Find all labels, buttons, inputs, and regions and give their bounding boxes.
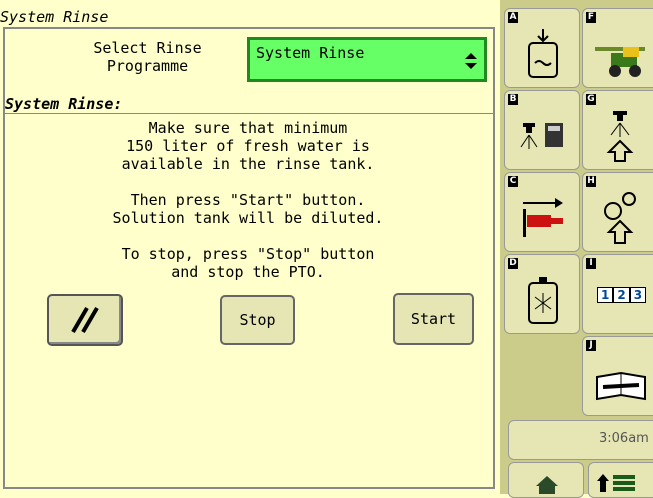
cancel-button[interactable]: [47, 294, 123, 346]
tile-letter: A: [508, 12, 518, 23]
tile-h[interactable]: H: [582, 172, 653, 252]
tile-letter: D: [508, 258, 518, 269]
section-number: 2: [613, 287, 630, 303]
tile-letter: G: [586, 94, 596, 105]
gear-up-arrow-icon: [604, 192, 636, 244]
cancel-slash-icon: [71, 306, 99, 334]
clock-time: 3:06am: [599, 431, 649, 446]
tile-i[interactable]: I 1 2 3: [582, 254, 653, 334]
tile-c[interactable]: C: [504, 172, 580, 252]
tile-g[interactable]: G: [582, 90, 653, 170]
divider: [5, 113, 493, 114]
tile-f[interactable]: F: [582, 8, 653, 88]
page-title: System Rinse: [0, 8, 109, 26]
tile-d[interactable]: D: [504, 254, 580, 334]
tile-b[interactable]: B: [504, 90, 580, 170]
instructions-text: Make sure that minimum 150 liter of fres…: [112, 119, 384, 281]
select-rinse-label: Select Rinse Programme: [93, 39, 202, 75]
tile-letter: H: [586, 176, 596, 187]
tile-letter: F: [586, 12, 596, 23]
tile-letter: B: [508, 94, 518, 105]
tile-letter: I: [586, 258, 596, 269]
tile-j[interactable]: J: [582, 336, 653, 416]
tile-a[interactable]: A: [504, 8, 580, 88]
rinse-panel: Select Rinse Programme System Rinse Syst…: [3, 27, 495, 489]
section-number: 1: [597, 287, 614, 303]
select-value: System Rinse: [256, 44, 365, 62]
tank-rinse-nozzle-icon: [528, 277, 558, 324]
nozzle-up-arrow-icon: [606, 111, 634, 162]
rinse-tank-icon: [528, 29, 558, 78]
service-manual-icon: [596, 371, 646, 401]
home-button[interactable]: [508, 462, 584, 498]
sprayer-machine-icon: [595, 47, 645, 77]
numbered-sections-icon: 1 2 3: [597, 287, 647, 303]
tile-letter: J: [586, 340, 596, 351]
main-area: System Rinse Select Rinse Programme Syst…: [0, 0, 500, 494]
section-number: 3: [629, 287, 647, 303]
start-button[interactable]: Start: [393, 293, 474, 345]
tile-letter: C: [508, 176, 518, 187]
nozzle-calculator-icon: [520, 123, 563, 149]
section-title: System Rinse:: [5, 95, 123, 113]
stop-button[interactable]: Stop: [220, 295, 295, 345]
home-icon: [536, 476, 558, 494]
clock: 3:06am: [508, 420, 653, 460]
up-menu-button[interactable]: [588, 462, 653, 498]
rinse-programme-select[interactable]: System Rinse: [247, 37, 487, 82]
up-down-arrow-icon: [465, 53, 477, 69]
flow-meter-icon: [523, 198, 563, 237]
up-arrow-grid-icon: [597, 474, 635, 492]
